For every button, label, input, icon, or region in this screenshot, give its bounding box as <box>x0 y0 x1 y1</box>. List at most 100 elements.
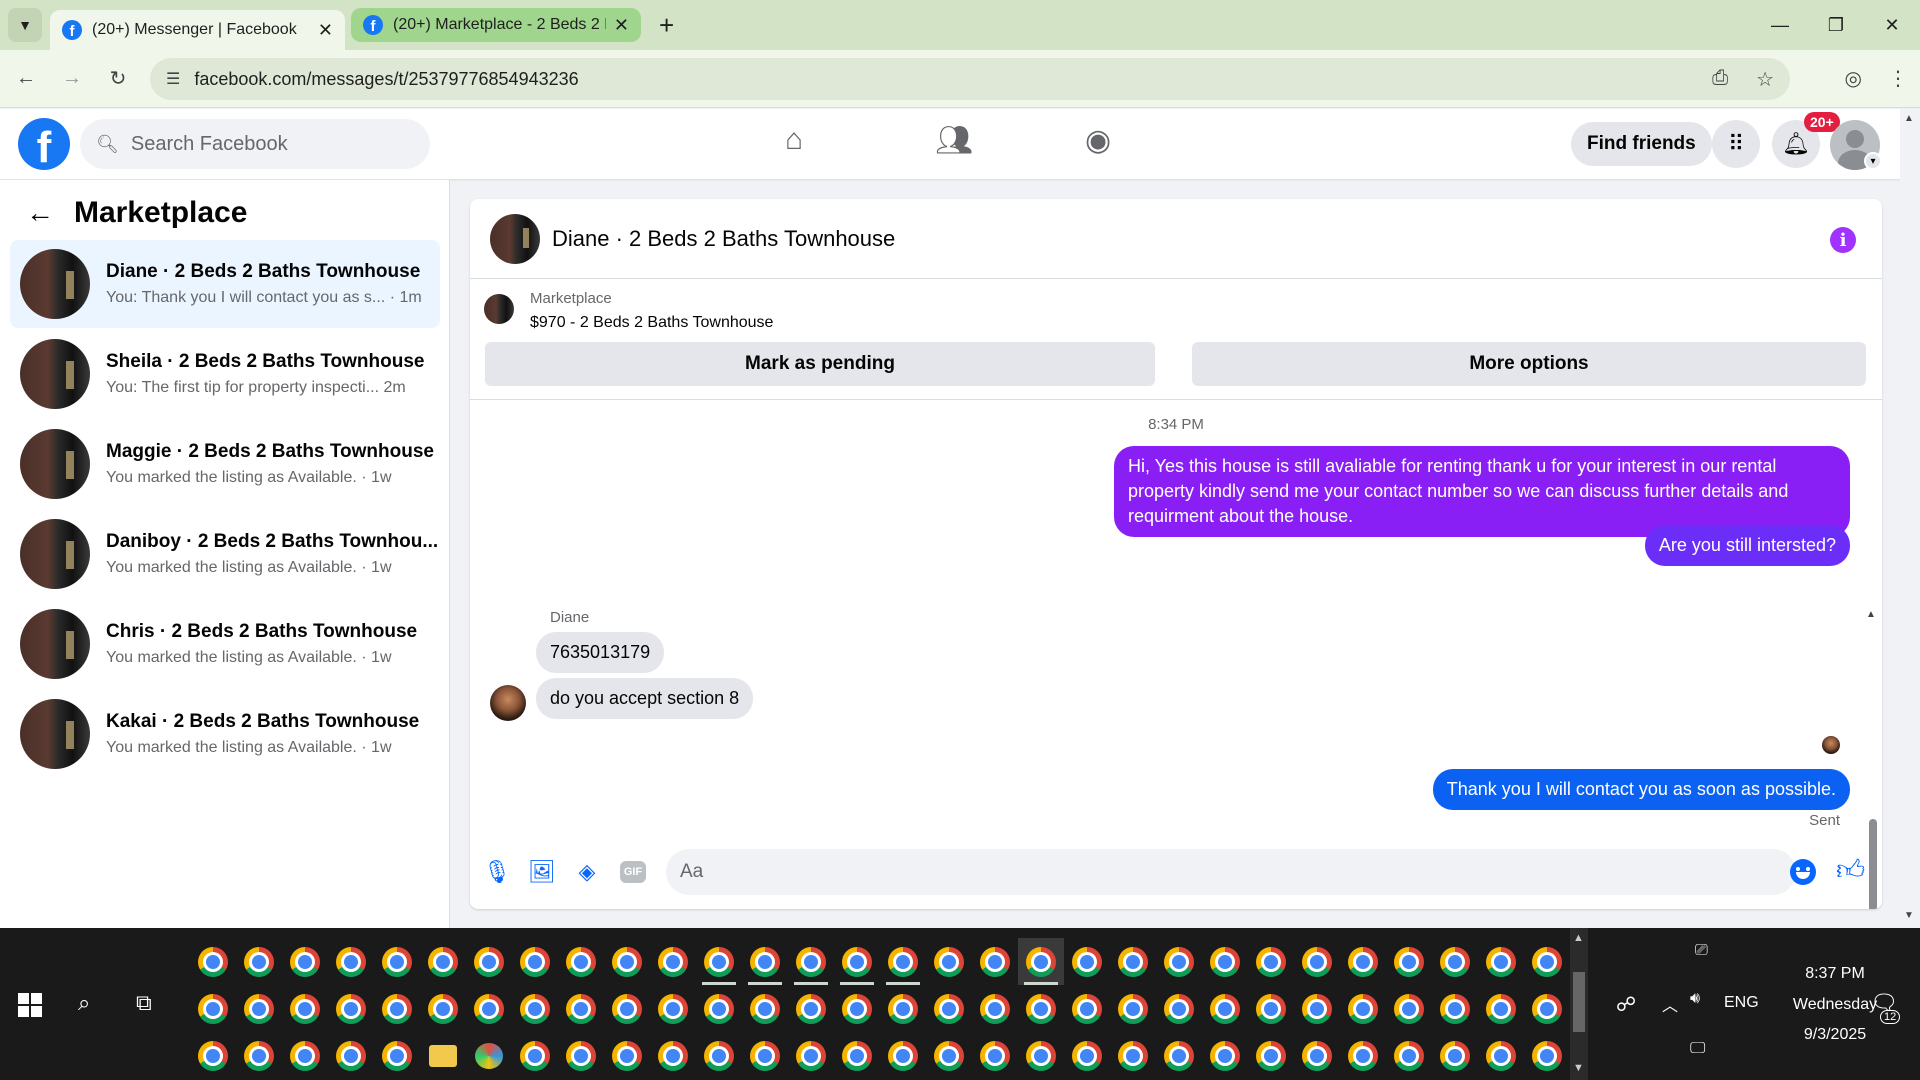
chrome-window[interactable] <box>1202 938 1248 985</box>
conversation-item[interactable]: Diane · 2 Beds 2 Baths Townhouse You: Th… <box>10 240 440 328</box>
chrome-window[interactable] <box>1386 985 1432 1032</box>
message-bubble[interactable]: do you accept section 8 <box>536 678 754 719</box>
chrome-window[interactable] <box>880 1032 926 1079</box>
chrome-window[interactable] <box>466 985 512 1032</box>
chrome-window[interactable] <box>282 938 328 985</box>
chrome-window[interactable] <box>742 1032 788 1079</box>
chrome-window[interactable] <box>374 1032 420 1079</box>
search-input[interactable]: 🔍︎ Search Facebook <box>80 119 430 169</box>
chrome-window[interactable] <box>190 938 236 985</box>
chrome-window[interactable] <box>1294 938 1340 985</box>
chrome-window[interactable] <box>1110 938 1156 985</box>
chrome-window[interactable] <box>512 938 558 985</box>
friends-icon[interactable]: 👥︎ <box>935 123 973 158</box>
chrome-window[interactable] <box>420 985 466 1032</box>
profile-icon[interactable]: ◎ <box>1845 66 1862 91</box>
chrome-window[interactable] <box>1156 938 1202 985</box>
listing-title[interactable]: $970 - 2 Beds 2 Baths Townhouse <box>530 314 773 332</box>
volume-icon[interactable]: 🔊︎ <box>1690 990 1700 1008</box>
message-bubble[interactable]: Hi, Yes this house is still avaliable fo… <box>1114 446 1850 537</box>
clock-date[interactable]: 9/3/2025 <box>1770 1026 1900 1044</box>
chevron-down-icon[interactable]: ▾ <box>1864 152 1882 170</box>
conversation-item[interactable]: Sheila · 2 Beds 2 Baths Townhouse You: T… <box>10 330 440 418</box>
scroll-up-icon[interactable]: ▲ <box>1573 932 1584 944</box>
chrome-window[interactable] <box>1018 1032 1064 1079</box>
home-icon[interactable]: ⌂ <box>785 123 803 157</box>
chrome-window[interactable] <box>1248 1032 1294 1079</box>
chrome-window[interactable] <box>880 985 926 1032</box>
scroll-down-icon[interactable]: ▼ <box>1904 910 1914 921</box>
chrome-window[interactable] <box>1478 1032 1524 1079</box>
chrome-window[interactable] <box>1064 985 1110 1032</box>
browser-menu-icon[interactable]: ⋮ <box>1888 66 1908 91</box>
close-icon[interactable]: ✕ <box>614 15 629 36</box>
tab-search-button[interactable]: ▼ <box>8 8 42 42</box>
chrome-window[interactable] <box>834 1032 880 1079</box>
more-options-button[interactable]: More options <box>1192 342 1866 386</box>
address-bar[interactable]: ☰ facebook.com/messages/t/25379776854943… <box>150 58 1790 100</box>
chrome-window[interactable] <box>1340 938 1386 985</box>
chrome-window[interactable] <box>1064 938 1110 985</box>
back-arrow-icon[interactable]: ← <box>6 67 46 90</box>
chrome-window[interactable] <box>972 938 1018 985</box>
chrome-window[interactable] <box>1340 985 1386 1032</box>
chrome-window[interactable] <box>1524 1032 1570 1079</box>
chrome-window[interactable] <box>558 938 604 985</box>
thumbs-up-icon[interactable]: 👍︎ <box>1836 853 1865 887</box>
taskbar-scrollbar[interactable]: ▲ ▼ <box>1570 928 1588 1080</box>
scrollbar-thumb[interactable] <box>1573 972 1585 1032</box>
chrome-window[interactable] <box>604 938 650 985</box>
network-icon[interactable]: 🖵︎ <box>1690 1040 1705 1058</box>
chrome-window[interactable] <box>236 1032 282 1079</box>
back-arrow-icon[interactable]: ← <box>26 197 54 229</box>
conversation-item[interactable]: Chris · 2 Beds 2 Baths Townhouse You mar… <box>10 600 440 688</box>
microphone-icon[interactable]: 🎙︎ <box>482 857 512 887</box>
chrome-window[interactable] <box>1432 1032 1478 1079</box>
chrome-window[interactable] <box>972 1032 1018 1079</box>
chrome-window[interactable] <box>1248 985 1294 1032</box>
conversation-item[interactable]: Daniboy · 2 Beds 2 Baths Townhou... You … <box>10 510 440 598</box>
menu-grid-icon[interactable]: ⠿ <box>1712 120 1760 168</box>
chrome-window[interactable] <box>1386 1032 1432 1079</box>
scroll-up-icon[interactable]: ▲ <box>1904 113 1914 124</box>
chrome-window[interactable] <box>742 985 788 1032</box>
chrome-window[interactable] <box>788 938 834 985</box>
chrome-window[interactable] <box>1478 985 1524 1032</box>
sticker-icon[interactable]: ◈ <box>572 857 602 887</box>
chrome-window[interactable] <box>558 1032 604 1079</box>
chrome-window[interactable] <box>374 938 420 985</box>
chrome-window[interactable] <box>374 985 420 1032</box>
chrome-window[interactable] <box>1340 1032 1386 1079</box>
chrome-window[interactable] <box>834 985 880 1032</box>
chrome-window[interactable] <box>1294 1032 1340 1079</box>
find-friends-button[interactable]: Find friends <box>1571 122 1712 166</box>
info-icon[interactable]: i <box>1830 227 1856 253</box>
chrome-window[interactable] <box>328 1032 374 1079</box>
contact-avatar[interactable] <box>490 685 526 721</box>
chrome-window[interactable] <box>512 1032 558 1079</box>
chrome-window[interactable] <box>926 1032 972 1079</box>
facebook-logo-icon[interactable]: f <box>18 118 70 170</box>
chrome-window[interactable] <box>880 938 926 985</box>
chrome-window[interactable] <box>650 1032 696 1079</box>
meet-now-icon[interactable]: ⎚ <box>1695 942 1708 960</box>
chrome-window[interactable] <box>696 938 742 985</box>
tab-marketplace[interactable]: f (20+) Marketplace - 2 Beds 2 Baths Tow… <box>351 8 641 42</box>
photo-icon[interactable]: 🖼︎ <box>527 857 557 887</box>
chrome-window[interactable] <box>1202 1032 1248 1079</box>
chrome-window[interactable] <box>328 985 374 1032</box>
chrome-window[interactable] <box>190 1032 236 1079</box>
message-bubble[interactable]: Are you still intersted? <box>1644 525 1850 566</box>
language-indicator[interactable]: ENG <box>1724 994 1759 1012</box>
chrome-window[interactable] <box>696 985 742 1032</box>
close-icon[interactable]: ✕ <box>318 20 333 41</box>
gif-icon[interactable]: GIF <box>620 861 646 883</box>
mark-as-pending-button[interactable]: Mark as pending <box>485 342 1155 386</box>
minimize-icon[interactable]: — <box>1752 15 1808 36</box>
site-info-icon[interactable]: ☰ <box>166 69 180 89</box>
chevron-up-icon[interactable]: ︿ <box>1662 992 1678 1016</box>
tab-messenger[interactable]: f (20+) Messenger | Facebook ✕ <box>50 10 345 50</box>
conversation-item[interactable]: Maggie · 2 Beds 2 Baths Townhouse You ma… <box>10 420 440 508</box>
file-explorer-app[interactable] <box>420 1032 466 1079</box>
windows-start-icon[interactable] <box>18 993 42 1017</box>
